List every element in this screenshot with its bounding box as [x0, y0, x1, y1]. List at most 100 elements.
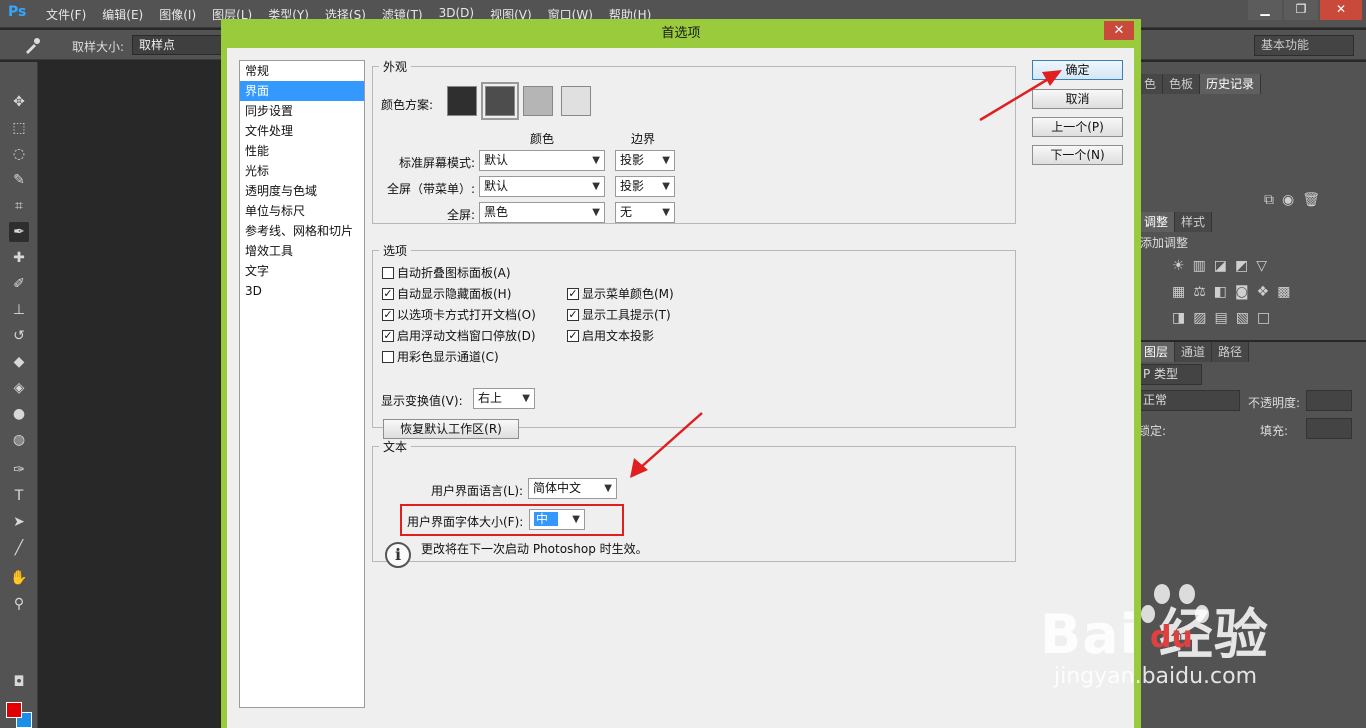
- mixer-icon[interactable]: ❖: [1257, 284, 1270, 300]
- brightness-icon[interactable]: ☀: [1172, 258, 1185, 274]
- bucket-tool-icon[interactable]: ◈: [9, 378, 29, 398]
- trash-icon[interactable]: 🗑: [1302, 192, 1320, 208]
- lookup-icon[interactable]: ▩: [1277, 284, 1290, 300]
- type-tool-icon[interactable]: T: [9, 486, 29, 506]
- appearance-border-select[interactable]: 无 ▼: [615, 202, 675, 223]
- panel-tab[interactable]: 图层: [1138, 342, 1176, 362]
- cancel-button[interactable]: 取消: [1032, 89, 1123, 109]
- category-item[interactable]: 3D: [240, 281, 364, 301]
- category-item[interactable]: 文件处理: [240, 121, 364, 141]
- category-item[interactable]: 性能: [240, 141, 364, 161]
- category-item[interactable]: 单位与标尺: [240, 201, 364, 221]
- checkbox-box[interactable]: [382, 350, 394, 363]
- appearance-color-select[interactable]: 默认 ▼: [479, 150, 605, 171]
- levels-icon[interactable]: ▥: [1193, 258, 1206, 274]
- workspace-select[interactable]: 基本功能: [1254, 35, 1354, 56]
- color-scheme-swatch[interactable]: [561, 86, 591, 116]
- option-checkbox[interactable]: ✓ 自动显示隐藏面板(H): [382, 285, 511, 302]
- blend-mode-select[interactable]: 正常: [1138, 390, 1240, 411]
- dodge-tool-icon[interactable]: ◍: [9, 430, 29, 450]
- color-scheme-swatch[interactable]: [523, 86, 553, 116]
- option-checkbox[interactable]: 自动折叠图标面板(A): [382, 264, 511, 281]
- marquee-tool-icon[interactable]: ⬚: [9, 118, 29, 138]
- bw-icon[interactable]: ◧: [1214, 284, 1227, 300]
- new-snapshot-icon[interactable]: ⧉: [1264, 192, 1274, 208]
- eyedropper-icon[interactable]: [22, 36, 42, 54]
- transform-select[interactable]: 右上 ▼: [473, 388, 535, 409]
- threshold-icon[interactable]: ▤: [1214, 310, 1227, 326]
- appearance-color-select[interactable]: 黑色 ▼: [479, 202, 605, 223]
- menu-item[interactable]: 编辑(E): [102, 6, 143, 23]
- panel-tab[interactable]: 色: [1138, 74, 1164, 94]
- sample-size-select[interactable]: 取样点: [132, 35, 224, 55]
- lasso-tool-icon[interactable]: ◌: [9, 144, 29, 164]
- next-button[interactable]: 下一个(N): [1032, 145, 1123, 165]
- posterize-icon[interactable]: ▨: [1193, 310, 1206, 326]
- color-scheme-swatch[interactable]: [481, 82, 519, 120]
- fill-input[interactable]: [1306, 418, 1352, 439]
- ui-language-select[interactable]: 简体中文 ▼: [528, 478, 617, 499]
- camera-icon[interactable]: ◉: [1282, 192, 1294, 208]
- opacity-input[interactable]: [1306, 390, 1352, 411]
- quick-mask-icon[interactable]: ◘: [9, 672, 29, 692]
- crop-tool-icon[interactable]: ⌗: [9, 196, 29, 216]
- eyedropper-tool-icon[interactable]: ✒: [9, 222, 29, 242]
- panel-tab[interactable]: 历史记录: [1200, 74, 1262, 94]
- selective-color-icon[interactable]: □: [1257, 310, 1270, 326]
- panel-tab[interactable]: 路径: [1212, 342, 1250, 362]
- panel-tab[interactable]: 调整: [1138, 212, 1176, 232]
- appearance-border-select[interactable]: 投影 ▼: [615, 176, 675, 197]
- menu-item[interactable]: 文件(F): [46, 6, 86, 23]
- balance-icon[interactable]: ⚖: [1193, 284, 1206, 300]
- option-checkbox[interactable]: ✓ 以选项卡方式打开文档(O): [382, 306, 536, 323]
- option-checkbox[interactable]: ✓ 启用浮动文档窗口停放(D): [382, 327, 536, 344]
- checkbox-box[interactable]: ✓: [567, 308, 579, 321]
- ui-font-size-select[interactable]: 中 ▼: [529, 509, 585, 530]
- hue-icon[interactable]: ▦: [1172, 284, 1185, 300]
- layer-filter-select[interactable]: P 类型: [1138, 364, 1202, 385]
- color-scheme-swatch[interactable]: [447, 86, 477, 116]
- gradient-map-icon[interactable]: ▧: [1236, 310, 1249, 326]
- checkbox-box[interactable]: ✓: [567, 287, 579, 300]
- category-item[interactable]: 增效工具: [240, 241, 364, 261]
- menu-item[interactable]: 图像(I): [159, 6, 196, 23]
- checkbox-box[interactable]: [382, 266, 394, 279]
- line-tool-icon[interactable]: ╱: [9, 538, 29, 558]
- zoom-tool-icon[interactable]: ⚲: [9, 594, 29, 614]
- close-window-button[interactable]: ✕: [1320, 0, 1362, 20]
- category-item[interactable]: 界面: [240, 81, 364, 101]
- panel-tab[interactable]: 通道: [1175, 342, 1213, 362]
- checkbox-box[interactable]: ✓: [382, 329, 394, 342]
- history-brush-icon[interactable]: ↺: [9, 326, 29, 346]
- exposure-icon[interactable]: ◩: [1235, 258, 1248, 274]
- vibrance-icon[interactable]: ▽: [1256, 258, 1267, 274]
- foreground-color-swatch[interactable]: [6, 702, 22, 718]
- option-checkbox[interactable]: 用彩色显示通道(C): [382, 348, 499, 365]
- previous-button[interactable]: 上一个(P): [1032, 117, 1123, 137]
- curves-icon[interactable]: ◪: [1214, 258, 1227, 274]
- option-checkbox[interactable]: ✓ 启用文本投影: [567, 327, 654, 344]
- checkbox-box[interactable]: ✓: [382, 308, 394, 321]
- category-item[interactable]: 同步设置: [240, 101, 364, 121]
- minimize-button[interactable]: ▁: [1248, 0, 1282, 20]
- eraser-tool-icon[interactable]: ◆: [9, 352, 29, 372]
- panel-tab[interactable]: 样式: [1175, 212, 1213, 232]
- dialog-close-button[interactable]: ✕: [1104, 21, 1134, 40]
- checkbox-box[interactable]: ✓: [567, 329, 579, 342]
- panel-tab[interactable]: 色板: [1163, 74, 1201, 94]
- restore-workspace-button[interactable]: 恢复默认工作区(R): [383, 419, 519, 439]
- category-item[interactable]: 常规: [240, 61, 364, 81]
- ok-button[interactable]: 确定: [1032, 60, 1123, 80]
- healing-tool-icon[interactable]: ✚: [9, 248, 29, 268]
- option-checkbox[interactable]: ✓ 显示工具提示(T): [567, 306, 671, 323]
- checkbox-box[interactable]: ✓: [382, 287, 394, 300]
- category-item[interactable]: 文字: [240, 261, 364, 281]
- path-select-icon[interactable]: ➤: [9, 512, 29, 532]
- invert-icon[interactable]: ◨: [1172, 310, 1185, 326]
- option-checkbox[interactable]: ✓ 显示菜单颜色(M): [567, 285, 674, 302]
- appearance-border-select[interactable]: 投影 ▼: [615, 150, 675, 171]
- appearance-color-select[interactable]: 默认 ▼: [479, 176, 605, 197]
- hand-tool-icon[interactable]: ✋: [9, 568, 29, 588]
- category-item[interactable]: 透明度与色域: [240, 181, 364, 201]
- move-tool-icon[interactable]: ✥: [9, 92, 29, 112]
